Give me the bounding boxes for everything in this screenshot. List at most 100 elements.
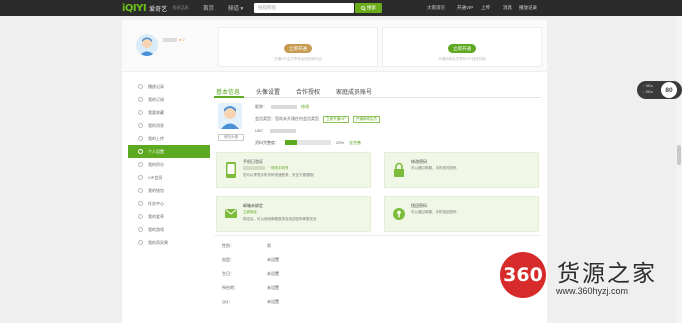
gender-value[interactable]: 男 (267, 243, 271, 249)
tab-authorization[interactable]: 合作授权 (296, 87, 320, 96)
sports-vip-card: 立即开通 开通网球会员享有VIP独家特权 (382, 27, 542, 67)
field-label: 血型： (222, 257, 234, 262)
open-vip-pill[interactable]: 立即开通VIP (323, 116, 349, 123)
phone-number-blurred (243, 166, 265, 170)
sidebar-item-settings[interactable]: 个人设置 (128, 145, 210, 158)
completion-percent: 25% (336, 140, 345, 145)
sidebar-item-vip[interactable]: VIP会员 (128, 171, 210, 184)
sidebar-item-label: VIP会员 (148, 174, 163, 180)
topbar-user-link[interactable]: 大雨滂沱 (427, 5, 445, 11)
user-icon (138, 149, 143, 154)
qq-value[interactable]: 未设置 (267, 299, 279, 305)
blood-type-value[interactable]: 未设置 (267, 257, 279, 263)
points-icon (138, 162, 143, 167)
sidebar-item-aicao[interactable]: 我的爱草 (128, 210, 210, 223)
vip-open-button[interactable]: 立即开通 (284, 44, 312, 53)
sidebar-item-qiyiguo[interactable]: 我的奇异果 (128, 236, 210, 249)
profile-avatar-large[interactable] (218, 103, 242, 129)
sidebar-item-favorites[interactable]: 我要收藏 (128, 106, 210, 119)
wallet-icon (138, 188, 143, 193)
recover-password-card[interactable]: 找回密码 可以通过邮箱、手机找回密码 (384, 196, 539, 232)
sports-vip-open-button[interactable]: 立即开通 (448, 44, 476, 53)
sidebar-item-messages[interactable]: 我的消息 (128, 119, 210, 132)
avatar-icon (139, 37, 155, 56)
phone-verified-card[interactable]: 手机已验证 · 修改手机号 您可以享受手机号码快速登录，安全又便捷哦！ (216, 152, 371, 188)
avatar-icon (221, 106, 239, 129)
logo-tagline: · 悦享品质 (170, 5, 189, 10)
phone-icon (226, 162, 236, 178)
birthday-value[interactable]: 未设置 (267, 271, 279, 277)
username-blurred (163, 38, 177, 42)
card-desc: 绑定后，可以使用邮箱登录及找回密码等更安全 (243, 217, 317, 221)
logo-name: 爱奇艺 (149, 6, 168, 13)
subscribe-icon (138, 97, 143, 102)
sidebar-menu: 播放记录 我的订阅 我要收藏 我的消息 我的上传 个人设置 我的积分 VIP会员… (128, 80, 210, 249)
field-label: 生日： (222, 271, 234, 276)
site-logo[interactable]: iQIYI 爱奇艺 · 悦享品质 (122, 2, 189, 14)
edit-nickname-link[interactable]: 修改 (301, 104, 309, 109)
scrollbar-thumb[interactable] (677, 145, 681, 165)
network-speed-widget[interactable]: ↑ 0K/s ↓ 0K/s 80 (637, 81, 682, 99)
member-type-label: 会员类型：您尚未开通任何会员类型 (255, 116, 319, 121)
search-button-label: 搜索 (367, 5, 376, 10)
mail-icon (225, 209, 237, 218)
change-phone-link[interactable]: · 修改手机号 (269, 166, 289, 171)
key-icon (393, 208, 405, 220)
tab-avatar-settings[interactable]: 头像设置 (256, 87, 280, 96)
game-icon (138, 227, 143, 232)
sidebar-item-history[interactable]: 播放记录 (128, 80, 210, 93)
change-password-card[interactable]: 修改密码 可以通过邮箱、手机修改密码 (384, 152, 539, 188)
location-row: 所在地： 未设置 (222, 285, 279, 291)
sidebar-item-label: 我的游戏 (148, 226, 164, 232)
email-card[interactable]: 邮箱未绑定 立即绑定 绑定后，可以使用邮箱登录及找回密码等更安全 (216, 196, 371, 232)
speed-percent: 80 (661, 82, 677, 98)
star-icon (138, 110, 143, 115)
blood-type-row: 血型： 未设置 (222, 257, 279, 263)
tab-basic-info[interactable]: 基本信息 (216, 87, 240, 96)
vip-card: 立即开通 开通VIP会员享有全网独家内容 (218, 27, 378, 67)
sidebar-item-label: 我的消息 (148, 122, 164, 128)
nav-home-link[interactable]: 首页 (203, 4, 214, 12)
nickname-row: 昵称： 修改 (255, 104, 309, 110)
tab-family-accounts[interactable]: 家庭成员账号 (336, 87, 372, 96)
sidebar-item-points[interactable]: 我的积分 (128, 158, 210, 171)
tab-divider (214, 97, 541, 98)
uid-label: UID： (255, 128, 266, 133)
download-speed: ↓ 0K/s (643, 90, 653, 94)
topbar-upload-link[interactable]: 上传 (481, 5, 490, 11)
card-desc: 可以通过邮箱、手机修改密码 (411, 166, 457, 170)
sidebar-item-uploads[interactable]: 我的上传 (128, 132, 210, 145)
sidebar-item-games[interactable]: 我的游戏 (128, 223, 210, 236)
member-type-row: 会员类型：您尚未开通任何会员类型 立即开通VIP 开通网球会员 (255, 116, 380, 123)
completion-progress-fill (285, 140, 297, 145)
sidebar-item-label: 我的奇异果 (148, 239, 168, 245)
topbar-vip-link[interactable]: 开通VIP (457, 5, 473, 11)
sidebar-item-tasks[interactable]: 任务中心 (128, 197, 210, 210)
completion-label: 资料完整度： (255, 140, 279, 145)
active-tab-indicator (214, 96, 244, 98)
user-avatar[interactable] (136, 34, 158, 56)
sidebar-item-label: 我的订阅 (148, 96, 164, 102)
sidebar-item-label: 我的积分 (148, 161, 164, 167)
topbar-history-link[interactable]: 播放记录 (519, 5, 537, 11)
nav-channel-menu[interactable]: 频道 ▾ (228, 4, 243, 12)
field-label: 所在地： (222, 285, 238, 290)
nickname-label: 昵称： (255, 104, 267, 109)
completion-progress-bar (285, 140, 331, 145)
qq-row: QQ： 未设置 (222, 299, 279, 305)
search-button[interactable]: 搜索 (355, 3, 382, 13)
open-sports-pill[interactable]: 开通网球会员 (352, 116, 380, 123)
topbar-message-link[interactable]: 消息 (503, 5, 512, 11)
completion-row: 资料完整度： (255, 140, 279, 146)
complete-profile-link[interactable]: 去完善 (349, 140, 361, 146)
search-input[interactable]: 搜狐网盘 (254, 3, 354, 13)
sidebar-item-label: 我的钱包 (148, 187, 164, 193)
lock-icon (394, 162, 404, 177)
sidebar-item-wallet[interactable]: 我的钱包 (128, 184, 210, 197)
location-value[interactable]: 未设置 (267, 285, 279, 291)
change-avatar-button[interactable]: 修改头像 (218, 134, 244, 141)
sidebar-item-subscriptions[interactable]: 我的订阅 (128, 93, 210, 106)
message-icon (138, 123, 143, 128)
bind-email-link[interactable]: 立即绑定 (243, 210, 257, 215)
uid-row: UID： (255, 128, 296, 134)
